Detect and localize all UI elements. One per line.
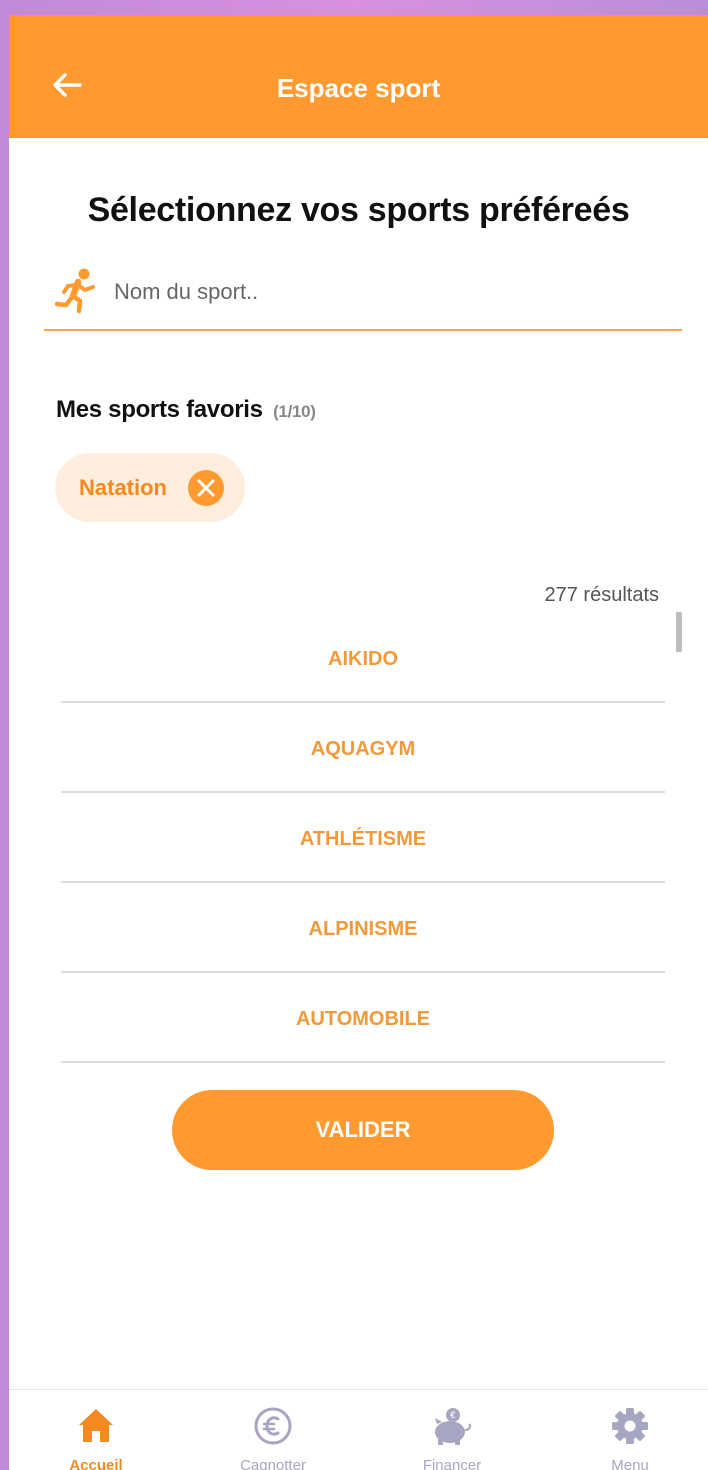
- svg-text:€: €: [450, 1411, 456, 1421]
- sport-item-aquagym[interactable]: AQUAGYM: [61, 703, 665, 793]
- nav-label: Menu: [611, 1457, 649, 1470]
- favorites-title: Mes sports favoris: [56, 396, 263, 423]
- home-icon: [79, 1409, 113, 1442]
- sport-item-label: ATHLÉTISME: [299, 828, 427, 850]
- gear-icon: [612, 1408, 648, 1444]
- sport-item-label: AIKIDO: [328, 648, 398, 670]
- sport-item-aikido[interactable]: AIKIDO: [61, 613, 665, 703]
- favorite-chip-label: Natation: [79, 475, 167, 500]
- app-screen: Espace sport Sélectionnez vos sports pré…: [9, 15, 708, 1470]
- piggy-bank-icon: €: [435, 1408, 471, 1445]
- bottom-nav: Accueil Cagnotter € Financer Menu: [9, 1389, 708, 1470]
- nav-label: Cagnotter: [240, 1457, 306, 1470]
- app-header: Espace sport: [9, 15, 708, 138]
- sport-results-list: AIKIDO AQUAGYM ATHLÉTISME ALPINISME AUTO…: [61, 613, 665, 1063]
- sport-item-label: AUTOMOBILE: [295, 1008, 431, 1030]
- nav-item-accueil[interactable]: Accueil: [9, 1390, 183, 1470]
- nav-item-menu[interactable]: Menu: [543, 1390, 708, 1470]
- page-title: Sélectionnez vos sports préféreés: [87, 191, 630, 229]
- header-title: Espace sport: [276, 73, 441, 103]
- results-count: 277 résultats: [544, 584, 659, 606]
- nav-label: Financer: [422, 1457, 482, 1470]
- nav-label: Accueil: [69, 1457, 123, 1470]
- nav-item-cagnotter[interactable]: Cagnotter: [186, 1390, 360, 1470]
- sport-search: [44, 263, 682, 331]
- runner-icon: [54, 268, 95, 314]
- remove-favorite-button[interactable]: [188, 470, 224, 506]
- sport-item-alpinisme[interactable]: ALPINISME: [61, 883, 665, 973]
- favorites-count: (1/10): [273, 402, 316, 421]
- search-input[interactable]: [112, 273, 676, 311]
- favorites-heading: Mes sports favoris (1/10): [56, 396, 316, 424]
- favorite-chip-natation: Natation: [55, 453, 245, 522]
- nav-item-financer[interactable]: € Financer: [365, 1390, 539, 1470]
- validate-button[interactable]: VALIDER: [172, 1090, 554, 1170]
- sport-item-automobile[interactable]: AUTOMOBILE: [61, 973, 665, 1063]
- sport-item-athletisme[interactable]: ATHLÉTISME: [61, 793, 665, 883]
- euro-coin-icon: [254, 1407, 292, 1445]
- list-scrollbar[interactable]: [676, 612, 682, 652]
- close-icon: [197, 479, 215, 497]
- sport-item-label: ALPINISME: [308, 918, 418, 940]
- sport-item-label: AQUAGYM: [310, 738, 416, 760]
